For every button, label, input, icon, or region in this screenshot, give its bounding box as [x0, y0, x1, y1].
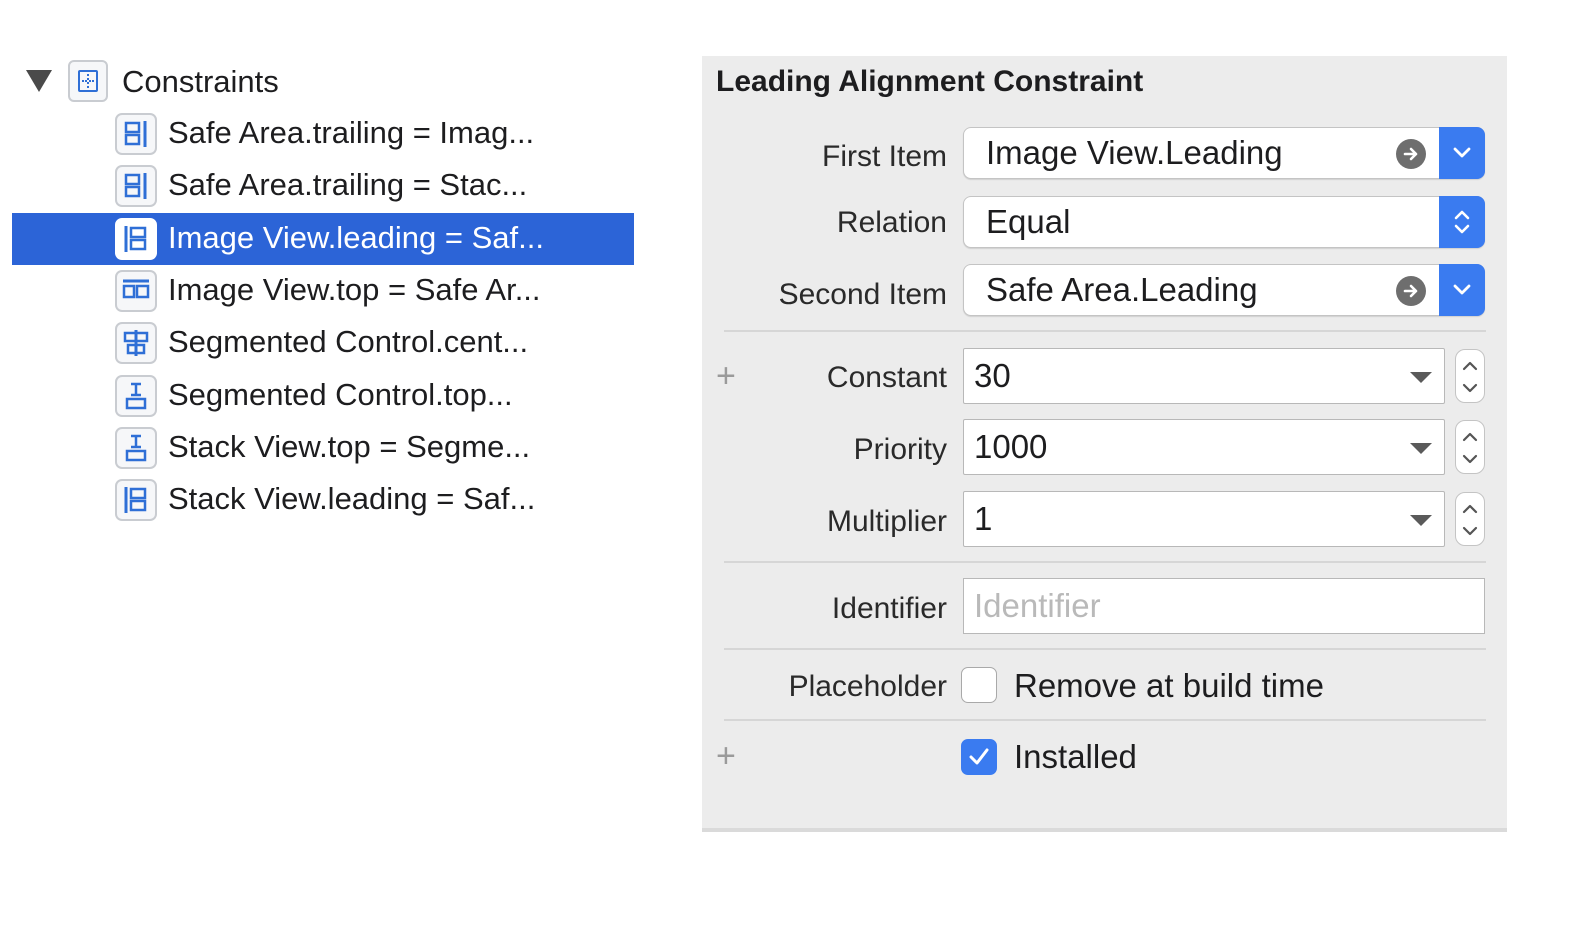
first-item-label: First Item [822, 140, 947, 173]
identifier-input[interactable] [964, 579, 1484, 633]
constraint-row[interactable]: Stack View.leading = Saf... [12, 474, 634, 526]
vertical-spacing-icon [115, 427, 157, 469]
add-variation-plus-icon[interactable]: + [716, 738, 736, 774]
constraint-label: Stack View.leading = Saf... [168, 481, 536, 516]
divider [724, 719, 1486, 721]
constraint-label: Safe Area.trailing = Stac... [168, 167, 528, 202]
vertical-spacing-icon [115, 375, 157, 417]
constraint-row[interactable]: Segmented Control.top... [12, 370, 634, 422]
top-alignment-icon [115, 270, 157, 312]
constraints-group-row[interactable]: Constraints [0, 56, 640, 108]
multiplier-stepper[interactable] [1455, 492, 1485, 546]
relation-label: Relation [836, 206, 947, 239]
installed-checkbox[interactable] [961, 739, 997, 775]
priority-stepper[interactable] [1455, 420, 1485, 474]
go-to-item-arrow-icon[interactable] [1396, 139, 1426, 169]
chevron-down-icon[interactable] [1439, 127, 1485, 179]
document-outline: Constraints Safe Area.trailing = Imag...… [0, 0, 650, 942]
divider [724, 561, 1486, 563]
dropdown-caret-icon[interactable] [1410, 372, 1432, 383]
constraint-label: Image View.leading = Saf... [168, 220, 544, 255]
leading-constraint-icon [115, 479, 157, 521]
identifier-field[interactable] [963, 578, 1485, 634]
installed-label[interactable]: Installed [1014, 739, 1137, 775]
multiplier-combobox[interactable]: 1 [963, 491, 1445, 547]
divider [724, 648, 1486, 650]
relation-value: Equal [986, 203, 1071, 240]
relation-popup[interactable]: Equal [963, 196, 1485, 248]
second-item-label: Second Item [778, 278, 947, 311]
add-variation-plus-icon[interactable]: + [716, 358, 736, 394]
disclosure-triangle-icon[interactable] [26, 70, 52, 92]
constraint-label: Safe Area.trailing = Imag... [168, 115, 535, 150]
trailing-constraint-icon [115, 165, 157, 207]
constraint-label: Stack View.top = Segme... [168, 429, 531, 464]
constraint-label: Image View.top = Safe Ar... [168, 272, 541, 307]
attributes-inspector: Leading Alignment Constraint First Item … [702, 56, 1507, 832]
priority-label: Priority [853, 433, 947, 466]
constraint-label: Segmented Control.cent... [168, 324, 529, 359]
constraints-group-title: Constraints [122, 64, 279, 99]
constant-label: Constant [826, 361, 947, 394]
placeholder-label: Placeholder [788, 670, 947, 703]
constraints-group-icon [68, 60, 108, 102]
trailing-constraint-icon [115, 113, 157, 155]
constant-value: 30 [974, 357, 1011, 394]
constraint-row[interactable]: Segmented Control.cent... [12, 317, 634, 369]
multiplier-value: 1 [974, 500, 993, 537]
constant-stepper[interactable] [1455, 349, 1485, 403]
leading-constraint-icon [115, 218, 157, 260]
remove-at-build-time-label[interactable]: Remove at build time [1014, 668, 1324, 704]
identifier-label: Identifier [831, 592, 947, 625]
chevron-down-icon[interactable] [1439, 264, 1485, 316]
second-item-value: Safe Area.Leading [986, 271, 1258, 308]
center-x-constraint-icon [115, 322, 157, 364]
priority-combobox[interactable]: 1000 [963, 419, 1445, 475]
priority-value: 1000 [974, 428, 1048, 465]
constraint-row[interactable]: Stack View.top = Segme... [12, 422, 634, 474]
divider [724, 330, 1486, 332]
first-item-value: Image View.Leading [986, 134, 1283, 171]
constraint-row[interactable]: Image View.top = Safe Ar... [12, 265, 634, 317]
remove-at-build-time-checkbox[interactable] [961, 667, 997, 703]
first-item-popup[interactable]: Image View.Leading [963, 127, 1485, 179]
up-down-chevron-icon[interactable] [1439, 196, 1485, 248]
second-item-popup[interactable]: Safe Area.Leading [963, 264, 1485, 316]
constraint-row-selected[interactable]: Image View.leading = Saf... [12, 213, 634, 265]
multiplier-label: Multiplier [826, 505, 947, 538]
dropdown-caret-icon[interactable] [1410, 515, 1432, 526]
go-to-item-arrow-icon[interactable] [1396, 276, 1426, 306]
constraint-row[interactable]: Safe Area.trailing = Imag... [12, 108, 634, 160]
inspector-title: Leading Alignment Constraint [716, 65, 1144, 98]
dropdown-caret-icon[interactable] [1410, 443, 1432, 454]
constant-combobox[interactable]: 30 [963, 348, 1445, 404]
constraint-row[interactable]: Safe Area.trailing = Stac... [12, 160, 634, 212]
constraint-label: Segmented Control.top... [168, 377, 513, 412]
